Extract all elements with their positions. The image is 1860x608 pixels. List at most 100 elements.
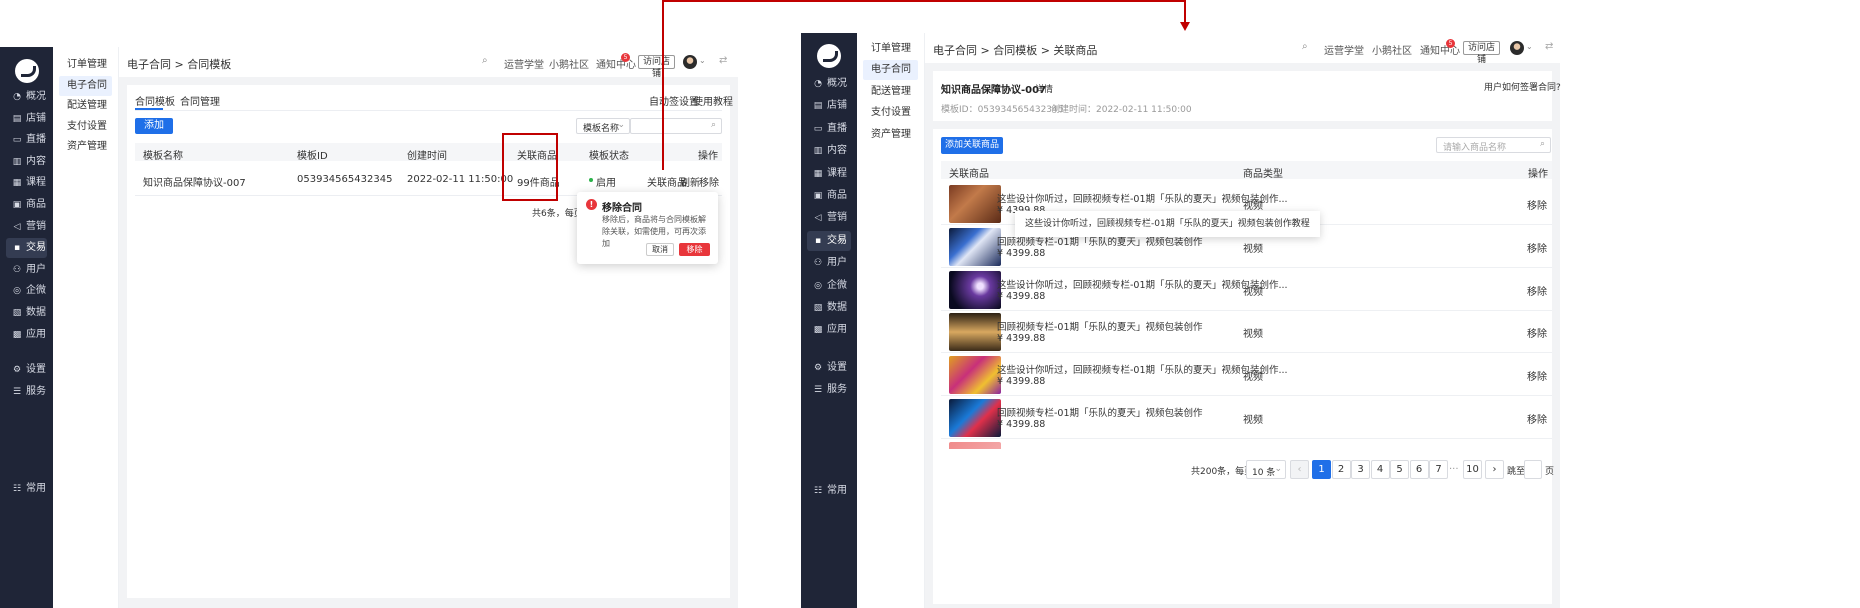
nav-item-2[interactable]: ▭ 直播 bbox=[807, 119, 851, 139]
nav-item-1[interactable]: ▤ 店铺 bbox=[807, 96, 851, 116]
nav-item-13[interactable]: ☰ 服务 bbox=[807, 380, 851, 400]
cell-status: 启用 bbox=[596, 178, 616, 189]
nav-icon-9: ◎ bbox=[814, 280, 822, 291]
page-6[interactable]: 6 bbox=[1409, 460, 1429, 479]
remove-product-action[interactable]: 移除 bbox=[1527, 240, 1547, 255]
nav-item-13[interactable]: ☰ 服务 bbox=[6, 382, 47, 402]
col-time: 创建时间 bbox=[407, 151, 447, 162]
topbar-link-community[interactable]: 小鹅社区 bbox=[549, 56, 589, 71]
nav-item-8[interactable]: ⚇ 用户 bbox=[6, 260, 47, 280]
tab-templates[interactable]: 合同模板 bbox=[135, 93, 175, 108]
next-page-button[interactable]: › bbox=[1485, 460, 1504, 479]
nav-item-1[interactable]: ▤ 店铺 bbox=[6, 109, 47, 129]
nav-item-2[interactable]: ▭ 直播 bbox=[6, 130, 47, 150]
tutorial-link[interactable]: 使用教程 bbox=[693, 93, 733, 108]
add-button[interactable]: 添加 bbox=[135, 118, 173, 134]
swap-icon[interactable]: ⇄ bbox=[1545, 41, 1553, 52]
nav-item-3[interactable]: ▥ 内容 bbox=[807, 141, 851, 161]
subnav-item-3[interactable]: 支付设置 bbox=[863, 103, 918, 123]
remove-product-action[interactable]: 移除 bbox=[1527, 283, 1547, 298]
confirm-remove-button[interactable]: 移除 bbox=[679, 243, 710, 256]
remove-product-action[interactable]: 移除 bbox=[1527, 325, 1547, 340]
page-2[interactable]: 2 bbox=[1331, 460, 1351, 479]
nav-item-10[interactable]: ▧ 数据 bbox=[6, 303, 47, 323]
page-4[interactable]: 4 bbox=[1370, 460, 1390, 479]
subnav-item-1[interactable]: 电子合同 bbox=[863, 60, 918, 81]
nav-item-10[interactable]: ▧ 数据 bbox=[807, 298, 851, 318]
nav-item-common[interactable]: ☷ 常用 bbox=[6, 479, 47, 499]
nav-item-4[interactable]: ▦ 课程 bbox=[807, 164, 851, 184]
subnav-item-1[interactable]: 电子合同 bbox=[59, 75, 112, 96]
detail-link[interactable]: 详情 bbox=[1035, 82, 1053, 95]
nav-item-5[interactable]: ▣ 商品 bbox=[807, 186, 851, 206]
filter-select[interactable]: 模板名称 ⌄ bbox=[576, 118, 630, 134]
subnav-item-2[interactable]: 配送管理 bbox=[863, 82, 918, 102]
page-unit: 页 bbox=[1545, 467, 1555, 477]
topbar-link-notice[interactable]: 通知中心 bbox=[596, 56, 636, 71]
jump-input[interactable] bbox=[1524, 460, 1542, 479]
page-1[interactable]: 1 bbox=[1312, 460, 1331, 479]
page-last[interactable]: 10 bbox=[1463, 460, 1482, 479]
prev-page-button[interactable]: ‹ bbox=[1290, 460, 1309, 479]
swap-icon[interactable]: ⇄ bbox=[719, 55, 727, 66]
nav-item-common[interactable]: ☷ 常用 bbox=[807, 481, 851, 501]
remove-product-action[interactable]: 移除 bbox=[1527, 368, 1547, 383]
chevron-down-icon[interactable]: ⌄ bbox=[699, 56, 706, 65]
search-icon[interactable]: ⌕ bbox=[482, 55, 488, 66]
page-7[interactable]: 7 bbox=[1429, 460, 1448, 479]
subnav-item-4[interactable]: 资产管理 bbox=[59, 137, 112, 157]
filter-input[interactable]: ⌕ bbox=[630, 118, 722, 134]
nav-item-7[interactable]: ▪ 交易 bbox=[6, 238, 47, 259]
nav-item-5[interactable]: ▣ 商品 bbox=[6, 195, 47, 215]
nav-icon-6: ◁ bbox=[814, 213, 822, 224]
subnav-item-2[interactable]: 配送管理 bbox=[59, 96, 112, 116]
page-5[interactable]: 5 bbox=[1390, 460, 1409, 479]
nav-item-0[interactable]: ◔ 概况 bbox=[6, 87, 47, 107]
cancel-button[interactable]: 取消 bbox=[646, 243, 674, 256]
nav-label: 用户 bbox=[26, 263, 46, 275]
nav-item-9[interactable]: ◎ 企微 bbox=[6, 281, 47, 301]
nav-item-6[interactable]: ◁ 营销 bbox=[807, 208, 851, 228]
refresh-action[interactable]: 刷新 bbox=[680, 174, 700, 189]
pagination-ellipsis[interactable]: ··· bbox=[1449, 464, 1459, 475]
nav-item-11[interactable]: ▩ 应用 bbox=[6, 325, 47, 345]
nav-item-8[interactable]: ⚇ 用户 bbox=[807, 253, 851, 273]
remove-product-action[interactable]: 移除 bbox=[1527, 197, 1547, 212]
nav-item-0[interactable]: ◔ 概况 bbox=[807, 74, 851, 94]
topbar-link-school[interactable]: 运营学堂 bbox=[1324, 42, 1364, 57]
avatar[interactable] bbox=[683, 55, 697, 69]
nav-item-12[interactable]: ⚙ 设置 bbox=[807, 358, 851, 378]
subnav-item-4[interactable]: 资产管理 bbox=[863, 125, 918, 145]
nav-item-4[interactable]: ▦ 课程 bbox=[6, 173, 47, 193]
nav-item-6[interactable]: ◁ 营销 bbox=[6, 217, 47, 237]
avatar[interactable] bbox=[1510, 41, 1524, 55]
table-row: 回顾视频专栏-01期「乐队的夏天」视频包装创作 bbox=[941, 440, 1552, 449]
auto-sign-link[interactable]: 自动签设置 bbox=[649, 93, 699, 108]
subnav-item-0[interactable]: 订单管理 bbox=[59, 55, 112, 75]
product-search-input[interactable]: 请输入商品名称 ⌕ bbox=[1436, 137, 1551, 153]
subnav-item-3[interactable]: 支付设置 bbox=[59, 117, 112, 137]
visit-shop-button[interactable]: 访问店铺 bbox=[638, 55, 675, 79]
nav-item-7[interactable]: ▪ 交易 bbox=[807, 230, 851, 251]
nav-label: 商品 bbox=[827, 190, 847, 201]
subnav-item-0[interactable]: 订单管理 bbox=[863, 39, 918, 59]
page-size-select[interactable]: 10 条 ⌄ bbox=[1246, 460, 1286, 479]
help-link[interactable]: 用户如何签署合同? bbox=[1484, 80, 1561, 93]
visit-shop-button[interactable]: 访问店铺 bbox=[1463, 41, 1500, 65]
remove-product-action[interactable]: 移除 bbox=[1527, 411, 1547, 426]
topbar-link-community[interactable]: 小鹅社区 bbox=[1372, 42, 1412, 57]
chevron-down-icon[interactable]: ⌄ bbox=[1526, 42, 1533, 51]
nav-item-12[interactable]: ⚙ 设置 bbox=[6, 360, 47, 380]
jump-label: 跳至 bbox=[1507, 467, 1526, 477]
sub-nav: 订单管理 电子合同 配送管理 支付设置 资产管理 bbox=[53, 47, 119, 608]
tab-contracts[interactable]: 合同管理 bbox=[180, 93, 220, 108]
topbar-link-school[interactable]: 运营学堂 bbox=[504, 56, 544, 71]
nav-item-3[interactable]: ▥ 内容 bbox=[6, 152, 47, 172]
page-3[interactable]: 3 bbox=[1351, 460, 1370, 479]
add-product-button[interactable]: 添加关联商品 bbox=[941, 137, 1003, 154]
nav-item-11[interactable]: ▩ 应用 bbox=[807, 320, 851, 340]
search-icon[interactable]: ⌕ bbox=[1302, 41, 1308, 52]
nav-label: 数据 bbox=[827, 302, 847, 313]
nav-item-9[interactable]: ◎ 企微 bbox=[807, 276, 851, 296]
remove-action[interactable]: 移除 bbox=[699, 174, 719, 189]
